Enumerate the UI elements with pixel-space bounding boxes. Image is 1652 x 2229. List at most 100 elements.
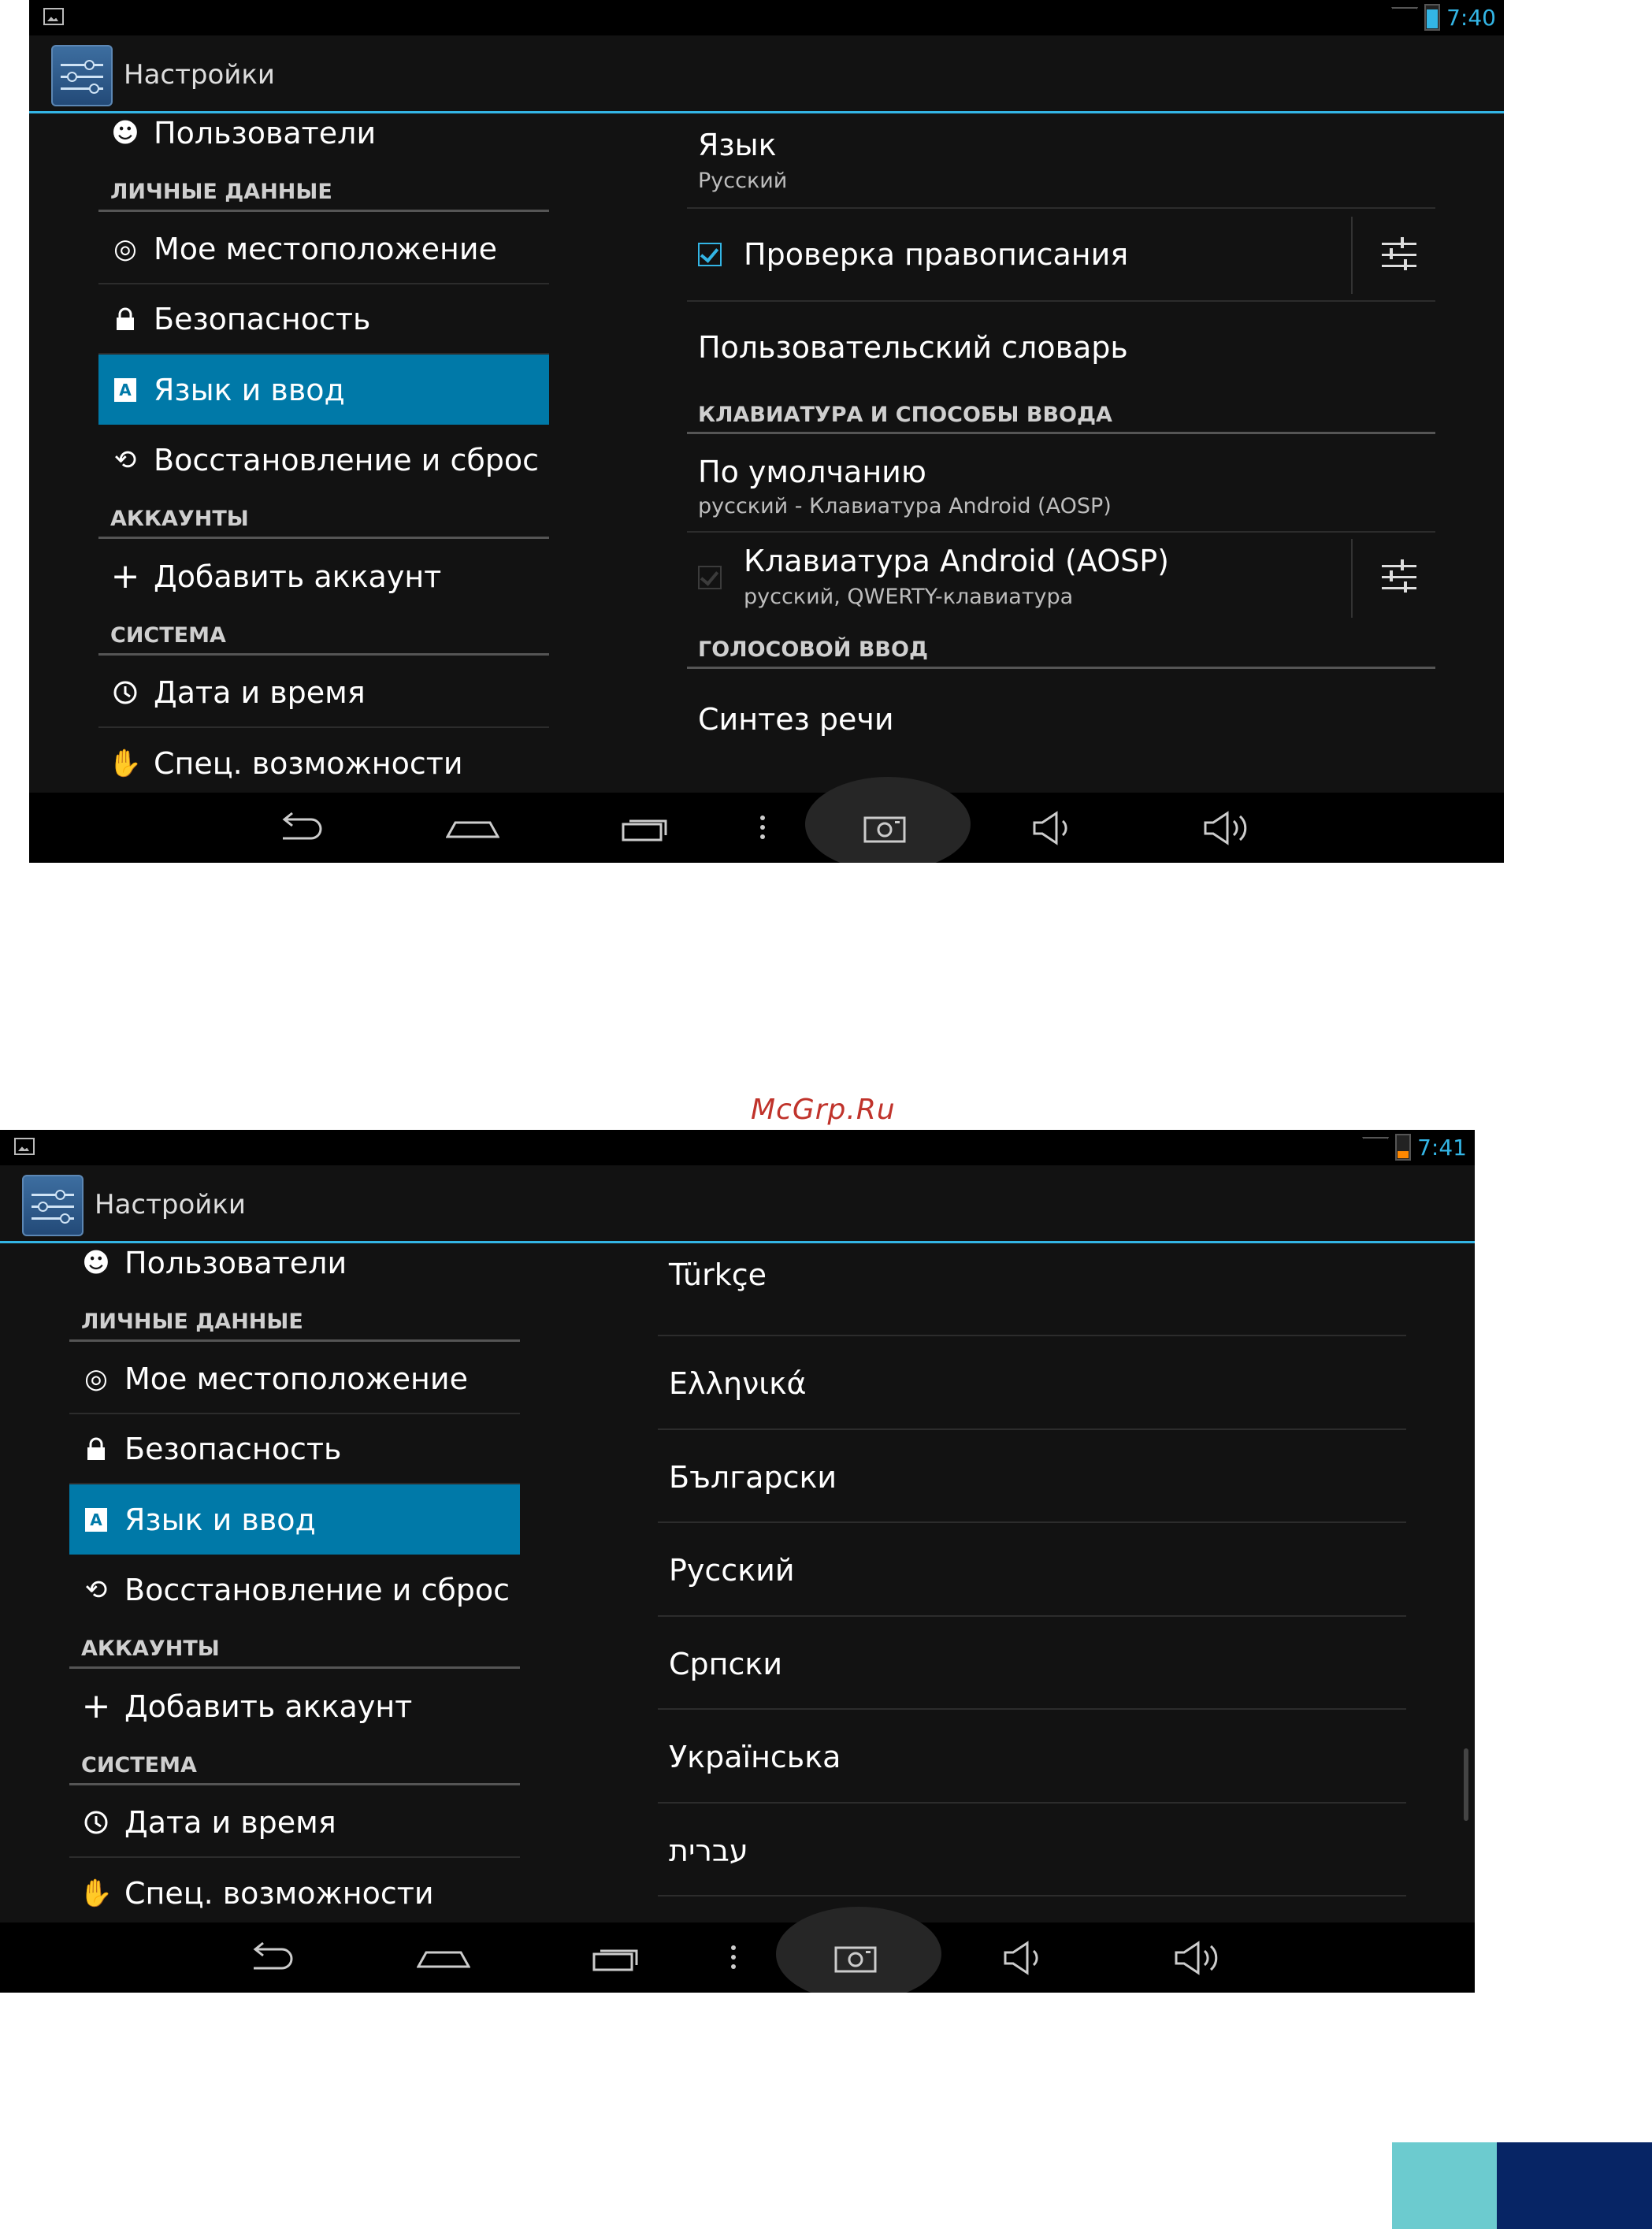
language-option[interactable]: Српски: [658, 1617, 1406, 1710]
hand-icon: ✋: [108, 747, 143, 779]
language-option[interactable]: Ελληνικά: [658, 1336, 1406, 1430]
user-icon: ☻: [111, 117, 139, 149]
plus-icon: +: [81, 1686, 111, 1726]
restore-icon: ⟲: [84, 1573, 108, 1606]
home-icon[interactable]: [446, 810, 499, 845]
language-option[interactable]: Українська: [658, 1710, 1406, 1804]
settings-app-icon[interactable]: [22, 1175, 84, 1236]
sidebar-item-security[interactable]: Безопасность: [98, 284, 549, 355]
divider: [1351, 217, 1353, 294]
volume-up-icon[interactable]: [1201, 810, 1253, 845]
sidebar-item-language[interactable]: A Язык и ввод: [69, 1484, 520, 1555]
sidebar-item-users[interactable]: ☻ Пользователи: [98, 113, 549, 168]
sidebar-item-location[interactable]: ◎ Мое местоположение: [69, 1344, 520, 1414]
user-dictionary-label: Пользовательский словарь: [698, 330, 1128, 365]
tts-setting[interactable]: Синтез речи: [687, 669, 1435, 762]
scrollbar[interactable]: [1464, 1748, 1468, 1821]
svg-text:A: A: [119, 381, 132, 399]
sidebar-header-accounts: АККАУНТЫ: [69, 1633, 520, 1669]
keyboard-value: русский, QWERTY-клавиатура: [744, 585, 1074, 609]
screenshot-icon[interactable]: [833, 1940, 880, 1975]
user-icon: ☻: [82, 1246, 110, 1279]
volume-up-icon[interactable]: [1171, 1940, 1223, 1975]
user-dictionary-setting[interactable]: Пользовательский словарь: [687, 302, 1435, 395]
spellcheck-label: Проверка правописания: [744, 237, 1129, 272]
default-keyboard-setting[interactable]: По умолчанию русский - Клавиатура Androi…: [687, 434, 1435, 533]
screenshot-1: 7:40 Настройки ☻ Пользователи ЛИЧНЫЕ ДАН…: [29, 0, 1504, 863]
language-option[interactable]: עברית: [658, 1804, 1406, 1897]
page-corner-block-dark: [1497, 2142, 1652, 2229]
language-option[interactable]: Русский: [658, 1523, 1406, 1617]
screenshot-icon[interactable]: [862, 810, 909, 845]
back-icon[interactable]: [246, 1940, 298, 1975]
svg-text:A: A: [90, 1510, 102, 1529]
battery-icon: [1395, 1134, 1412, 1161]
language-value: Русский: [698, 169, 788, 193]
sidebar-header-personal: ЛИЧНЫЕ ДАННЫЕ: [69, 1306, 520, 1342]
language-option[interactable]: Български: [658, 1430, 1406, 1523]
sidebar-item-language[interactable]: A Язык и ввод: [98, 355, 549, 425]
spellcheck-checkbox[interactable]: [698, 243, 722, 266]
sidebar-item-security[interactable]: Безопасность: [69, 1414, 520, 1484]
sidebar-item-location[interactable]: ◎ Мое местоположение: [98, 214, 549, 284]
sidebar-item-backup[interactable]: ⟲ Восстановление и сброс: [69, 1555, 520, 1625]
tune-icon[interactable]: [1380, 236, 1418, 274]
language-list: Türkçe Ελληνικά Български Русский Српски…: [658, 1243, 1406, 1923]
sidebar-item-users[interactable]: ☻ Пользователи: [69, 1243, 520, 1298]
screenshot-2: 7:41 Настройки ☻ Пользователи ЛИЧНЫЕ ДАН…: [0, 1130, 1475, 1993]
tune-icon[interactable]: [1380, 559, 1418, 596]
status-time: 7:41: [1417, 1134, 1467, 1161]
location-icon: ◎: [113, 232, 137, 265]
recent-apps-icon[interactable]: [591, 1940, 643, 1975]
battery-icon: [1424, 4, 1441, 31]
language-option[interactable]: Türkçe: [658, 1243, 1406, 1336]
language-title: Язык: [698, 128, 777, 162]
sidebar-item-add-account[interactable]: + Добавить аккаунт: [69, 1671, 520, 1741]
clock-icon: [80, 1807, 112, 1838]
plus-icon: +: [110, 556, 140, 596]
sidebar-item-backup[interactable]: ⟲ Восстановление и сброс: [98, 425, 549, 495]
navigation-bar: [0, 1907, 1475, 1993]
app-title: Настройки: [95, 1189, 247, 1220]
language-input-settings: Язык Русский Проверка правописания Польз…: [687, 113, 1435, 793]
language-setting[interactable]: Язык Русский: [687, 113, 1435, 209]
wifi-icon: [1391, 7, 1419, 28]
home-icon[interactable]: [417, 1940, 470, 1975]
hand-icon: ✋: [79, 1877, 113, 1909]
sidebar-item-datetime[interactable]: Дата и время: [69, 1788, 520, 1858]
settings-sidebar: ☻ Пользователи ЛИЧНЫЕ ДАННЫЕ ◎ Мое место…: [69, 1243, 520, 1923]
lock-icon: [110, 303, 141, 335]
volume-down-icon[interactable]: [1000, 1940, 1048, 1975]
header-voice: ГОЛОСОВОЙ ВВОД: [687, 633, 1435, 669]
settings-app-icon[interactable]: [51, 45, 113, 106]
sidebar-item-add-account[interactable]: + Добавить аккаунт: [98, 541, 549, 611]
default-value: русский - Клавиатура Android (AOSP): [698, 494, 1112, 518]
android-keyboard-setting[interactable]: Клавиатура Android (AOSP) русский, QWERT…: [687, 533, 1435, 623]
default-title: По умолчанию: [698, 455, 926, 489]
clock-icon: [110, 677, 141, 708]
navigation-bar: [29, 777, 1504, 863]
status-time: 7:40: [1446, 4, 1496, 31]
language-icon: A: [110, 374, 141, 406]
restore-icon: ⟲: [113, 444, 137, 476]
volume-down-icon[interactable]: [1030, 810, 1077, 845]
spellcheck-setting[interactable]: Проверка правописания: [687, 209, 1435, 302]
lock-icon: [80, 1433, 112, 1465]
app-title: Настройки: [124, 59, 276, 91]
sidebar-header-system: СИСТЕМА: [98, 620, 549, 656]
divider: [1351, 539, 1353, 618]
sidebar-header-personal: ЛИЧНЫЕ ДАННЫЕ: [98, 176, 549, 212]
sidebar-header-system: СИСТЕМА: [69, 1750, 520, 1785]
page-corner-block-light: [1392, 2142, 1497, 2229]
menu-icon[interactable]: [728, 1940, 739, 1975]
action-bar: Настройки: [29, 35, 1504, 113]
keyboard-checkbox[interactable]: [698, 566, 722, 589]
menu-icon[interactable]: [757, 810, 768, 845]
sidebar-item-datetime[interactable]: Дата и время: [98, 658, 549, 728]
header-keyboard: КЛАВИАТУРА И СПОСОБЫ ВВОДА: [687, 399, 1435, 434]
sidebar-item-accessibility[interactable]: ✋ Спец. возможности: [98, 728, 549, 793]
back-icon[interactable]: [275, 810, 327, 845]
sidebar-item-accessibility[interactable]: ✋ Спец. возможности: [69, 1858, 520, 1923]
recent-apps-icon[interactable]: [620, 810, 672, 845]
image-icon: [14, 1138, 35, 1155]
